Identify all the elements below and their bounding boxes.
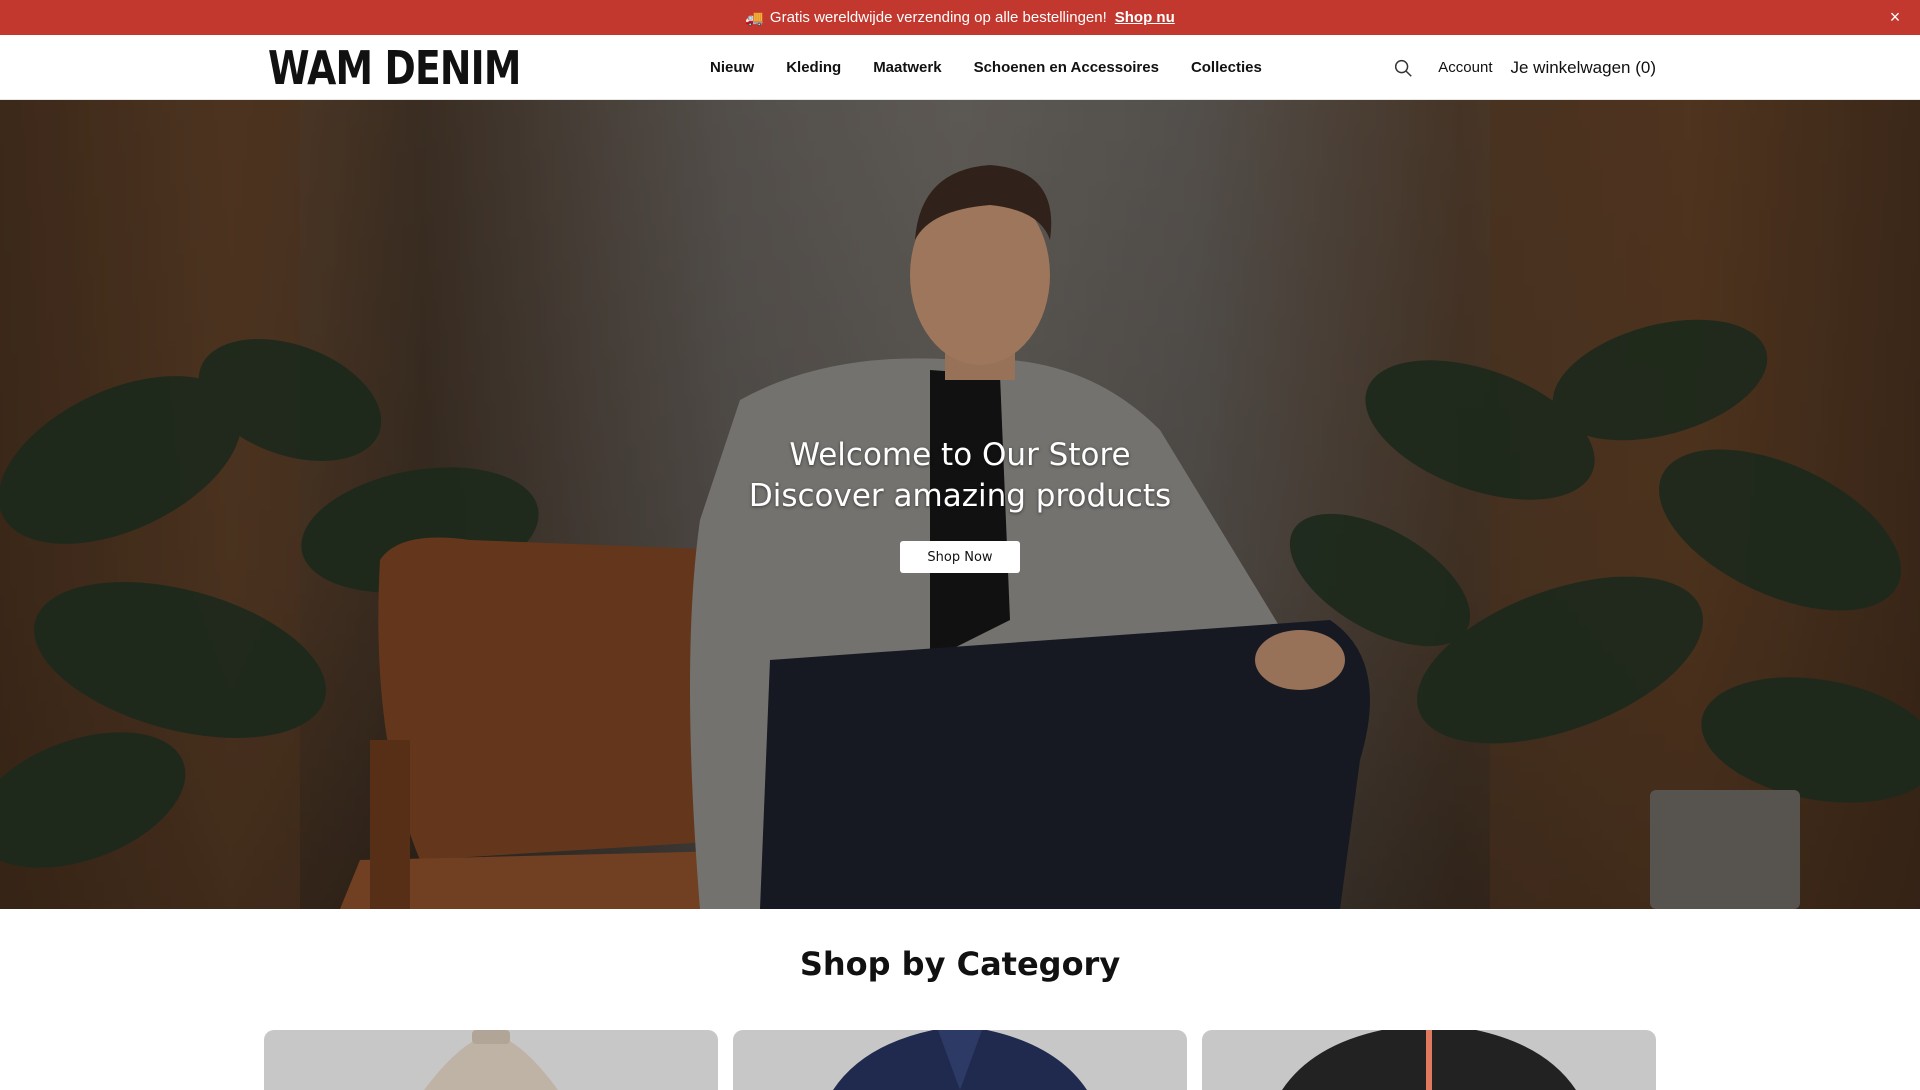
site-header: WAM DENIM Nieuw Kleding Maatwerk Schoene… (0, 35, 1920, 100)
search-icon[interactable] (1392, 57, 1414, 79)
nav-item-schoenen-accessoires[interactable]: Schoenen en Accessoires (974, 59, 1159, 76)
cart-link[interactable]: Je winkelwagen (0) (1510, 58, 1656, 78)
announcement-text: Gratis wereldwijde verzending op alle be… (769, 9, 1107, 26)
beige-turtleneck-sweater-image (424, 1030, 558, 1090)
category-card-jacket[interactable] (1202, 1030, 1656, 1090)
announcement-shop-link[interactable]: Shop nu (1115, 9, 1175, 26)
nav-item-maatwerk[interactable]: Maatwerk (873, 59, 941, 76)
nav-item-collecties[interactable]: Collecties (1191, 59, 1262, 76)
account-link[interactable]: Account (1438, 59, 1492, 76)
site-logo[interactable]: WAM DENIM (268, 43, 521, 93)
category-card-sweater[interactable] (264, 1030, 718, 1090)
announcement-bar: 🚚 Gratis wereldwijde verzending op alle … (0, 0, 1920, 35)
nav-item-kleding[interactable]: Kleding (786, 59, 841, 76)
hero-title-line2: Discover amazing products (748, 478, 1172, 514)
category-cards (264, 1030, 1656, 1090)
nav-item-nieuw[interactable]: Nieuw (710, 59, 754, 76)
hero-banner: Welcome to Our Store Discover amazing pr… (0, 100, 1920, 909)
navy-blazer-image (833, 1030, 1087, 1090)
hero-title-line1: Welcome to Our Store (789, 437, 1131, 473)
close-icon[interactable]: × (1886, 8, 1904, 26)
black-bomber-jacket-image (1282, 1030, 1576, 1090)
main-nav: Nieuw Kleding Maatwerk Schoenen en Acces… (710, 35, 1262, 100)
header-actions: Account Je winkelwagen (0) (1392, 35, 1656, 100)
shop-now-button[interactable]: Shop Now (900, 541, 1020, 573)
hero-heading: Welcome to Our Store Discover amazing pr… (0, 435, 1920, 517)
delivery-truck-icon: 🚚 (745, 9, 764, 27)
category-card-blazer[interactable] (733, 1030, 1187, 1090)
category-section-title: Shop by Category (799, 945, 1121, 983)
